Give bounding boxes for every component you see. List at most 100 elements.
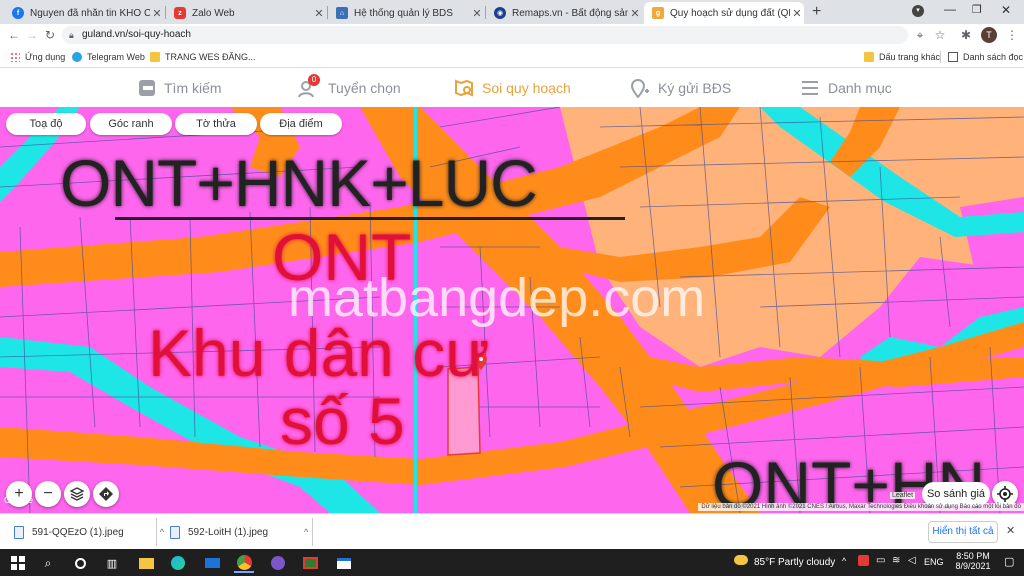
folder-icon <box>864 52 874 62</box>
location-icon[interactable]: ⌖ <box>912 27 928 43</box>
window-close-button[interactable]: ✕ <box>1001 3 1011 17</box>
crosshair-icon <box>997 486 1013 502</box>
folder-icon <box>150 52 160 62</box>
new-tab-button[interactable]: + <box>812 3 821 21</box>
reload-button[interactable]: ↻ <box>42 27 58 43</box>
tab-bds-system[interactable]: ⌂ Hệ thống quản lý BDS ✕ <box>328 2 484 24</box>
bookmarks-bar: Ứng dụng Telegram Web TRANG WES ĐĂNG... … <box>0 46 1024 68</box>
back-button[interactable]: ← <box>6 27 22 43</box>
bookmark-other[interactable]: Dấu trang khác <box>864 50 940 64</box>
close-icon[interactable]: ✕ <box>150 7 164 20</box>
viber-icon[interactable] <box>268 553 288 573</box>
app-icon[interactable] <box>300 553 320 573</box>
close-icon[interactable]: ✕ <box>628 7 642 20</box>
download-item-1[interactable]: 591-QQEzO (1).jpeg ^ <box>14 523 164 541</box>
cortana-icon[interactable] <box>70 553 90 573</box>
tab-zalo[interactable]: z Zalo Web ✕ <box>166 2 326 24</box>
reading-list[interactable]: Danh sách đọc <box>948 50 1023 64</box>
chip-location[interactable]: Địa điểm <box>260 113 342 135</box>
planning-map[interactable]: Toạ độ Góc ranh Tờ thửa Địa điểm ONT+HNK… <box>0 107 1024 513</box>
volume-icon[interactable]: ◁ <box>908 555 916 566</box>
bookmark-telegram[interactable]: Telegram Web <box>72 50 145 64</box>
windows-taskbar: ⌕ ▥ 85°F Partly cloudy ^ ▭ ≋ ◁ ENG 8:50 … <box>0 549 1024 576</box>
zalo-icon: z <box>174 7 186 19</box>
tray-chevron-icon[interactable]: ^ <box>842 556 846 566</box>
chevron-up-icon[interactable]: ^ <box>160 527 164 537</box>
task-view-icon[interactable]: ▥ <box>102 553 122 573</box>
tab-facebook[interactable]: f Nguyen đã nhắn tin KHO CHUỐI ✕ <box>4 2 164 24</box>
zoom-out-button[interactable]: − <box>35 481 61 507</box>
mail-icon[interactable] <box>202 553 222 573</box>
facebook-icon: f <box>12 7 24 19</box>
building-icon: ⌂ <box>336 7 348 19</box>
area-label-line2: số 5 <box>280 384 405 458</box>
edge-icon[interactable] <box>168 553 188 573</box>
download-item-2[interactable]: 592-LoitH (1).jpeg ^ <box>170 523 308 541</box>
bookmark-apps[interactable]: Ứng dụng <box>10 50 65 64</box>
tab-search-icon[interactable]: ▾ <box>912 5 924 17</box>
bookmark-trang-wes[interactable]: TRANG WES ĐĂNG... <box>150 50 256 64</box>
image-file-icon <box>14 525 24 539</box>
windows-start-icon[interactable] <box>8 553 28 573</box>
chip-sheet-parcel[interactable]: Tờ thửa <box>175 113 257 135</box>
directions-button[interactable] <box>93 481 119 507</box>
image-file-icon <box>170 525 180 539</box>
address-row: ← → ↻ 🔒︎ guland.vn/soi-quy-hoach ⌖ ☆ ✱ T… <box>0 24 1024 46</box>
site-navigation: Tìm kiếm 0 Tuyển chọn Soi quy hoạch Ký g… <box>0 68 1024 107</box>
file-explorer-icon[interactable] <box>136 553 156 573</box>
close-icon[interactable]: ✕ <box>470 7 484 20</box>
close-icon[interactable]: ✕ <box>312 7 326 20</box>
chip-corner[interactable]: Góc ranh <box>90 113 172 135</box>
browser-tab-strip: f Nguyen đã nhắn tin KHO CHUỐI ✕ z Zalo … <box>0 0 1024 24</box>
leaflet-attribution[interactable]: Leaflet <box>890 492 916 499</box>
hamburger-menu-icon <box>802 81 818 95</box>
guland-icon: g <box>652 7 664 19</box>
nav-search[interactable]: Tìm kiếm <box>138 76 222 100</box>
wifi-icon[interactable]: ≋ <box>892 555 900 566</box>
nav-planning[interactable]: Soi quy hoạch <box>454 76 571 100</box>
profile-avatar[interactable]: T <box>981 27 997 43</box>
show-all-downloads-button[interactable]: Hiển thị tất cả <box>928 521 998 543</box>
chip-coordinates[interactable]: Toạ độ <box>6 113 86 135</box>
apps-grid-icon <box>10 52 20 62</box>
clock[interactable]: 8:50 PM 8/9/2021 <box>950 551 996 571</box>
weather-text[interactable]: 85°F Partly cloudy <box>754 557 835 568</box>
notification-icon[interactable]: ▢ <box>1004 555 1014 568</box>
menu-kebab-icon[interactable]: ⋮ <box>1004 27 1020 43</box>
notification-badge: 0 <box>308 74 320 86</box>
close-icon[interactable]: ✕ <box>790 7 804 20</box>
language-indicator[interactable]: ENG <box>924 557 944 567</box>
layers-icon <box>70 487 84 501</box>
chrome-icon[interactable] <box>234 553 254 573</box>
location-pin-plus-icon <box>630 79 649 98</box>
search-g-icon <box>139 80 155 96</box>
google-logo: Google <box>4 495 34 505</box>
search-icon[interactable]: ⌕ <box>38 553 58 573</box>
map-search-icon <box>455 79 473 97</box>
lock-icon: 🔒︎ <box>69 30 74 40</box>
maximize-button[interactable]: ❐ <box>972 3 982 16</box>
app-window-icon[interactable] <box>334 553 354 573</box>
close-downloads-icon[interactable]: ✕ <box>1006 524 1015 537</box>
chevron-up-icon[interactable]: ^ <box>304 527 308 537</box>
nav-curated[interactable]: 0 Tuyển chọn <box>298 74 401 100</box>
remaps-icon: ◉ <box>494 7 506 19</box>
network-icon[interactable]: ▭ <box>876 555 885 566</box>
nav-categories[interactable]: Danh mục <box>800 76 892 100</box>
tray-app-icon[interactable] <box>858 555 869 566</box>
tab-guland-active[interactable]: g Quy hoạch sử dụng đất (QHSDĐ) ✕ <box>644 2 804 24</box>
extensions-icon[interactable]: ✱ <box>958 27 974 43</box>
downloads-bar: 591-QQEzO (1).jpeg ^ 592-LoitH (1).jpeg … <box>0 513 1024 549</box>
reading-list-icon <box>948 52 958 62</box>
layers-button[interactable] <box>64 481 90 507</box>
bookmark-star-icon[interactable]: ☆ <box>932 27 948 43</box>
address-bar[interactable]: 🔒︎ guland.vn/soi-quy-hoach <box>62 26 908 44</box>
area-label-line1: Khu dân cư <box>148 316 490 390</box>
forward-button[interactable]: → <box>24 27 40 43</box>
tab-remaps[interactable]: ◉ Remaps.vn - Bất động sản thật ✕ <box>486 2 642 24</box>
directions-icon <box>99 487 113 501</box>
nav-consign[interactable]: Ký gửi BĐS <box>630 76 731 100</box>
minimize-button[interactable]: — <box>944 2 956 16</box>
map-attribution: Dữ liệu bản đồ ©2021 Hình ảnh ©2021 CNES… <box>698 503 1024 511</box>
weather-icon <box>734 555 748 565</box>
